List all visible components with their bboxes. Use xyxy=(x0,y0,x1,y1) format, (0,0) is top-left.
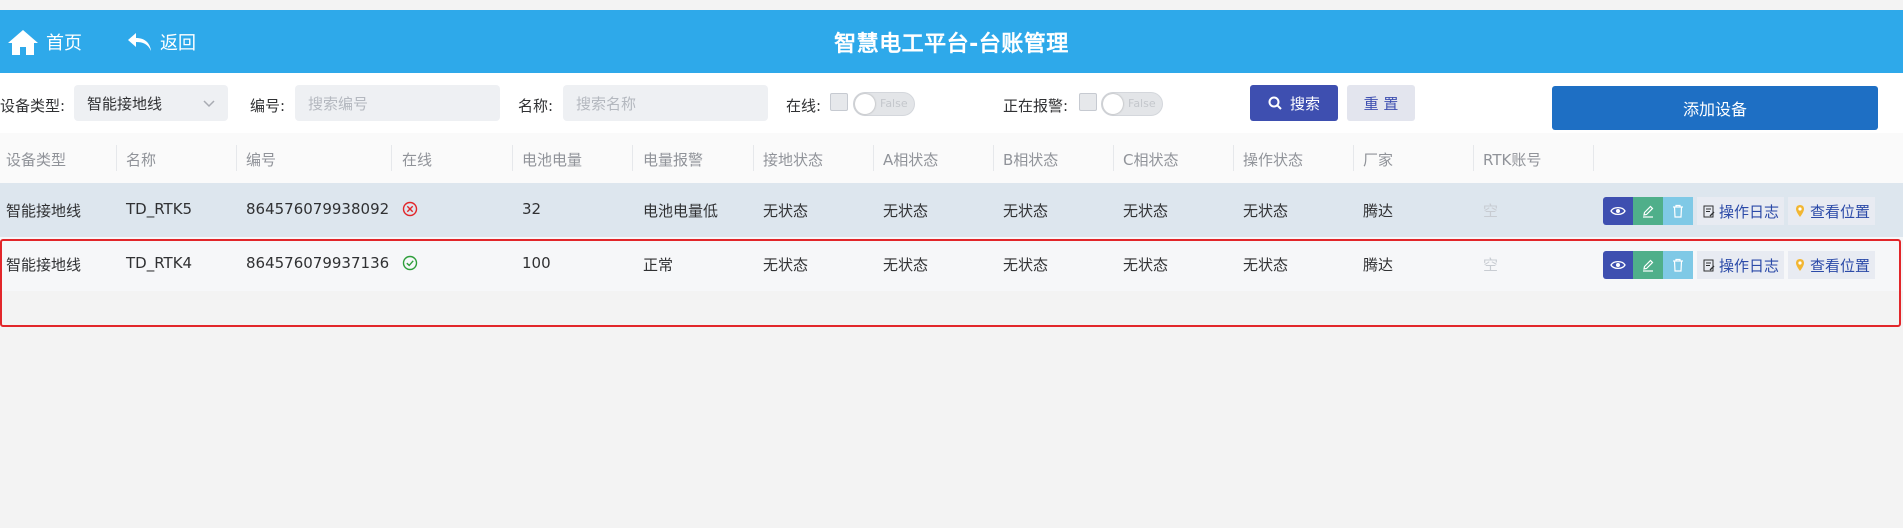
add-device-button[interactable]: 添加设备 xyxy=(1552,86,1878,130)
column-divider xyxy=(632,145,633,171)
column-header: 接地状态 xyxy=(763,151,824,169)
column-divider xyxy=(873,145,874,171)
number-label: 编号: xyxy=(250,97,286,115)
column-divider xyxy=(1473,145,1474,171)
device-type-value: 智能接地线 xyxy=(87,94,163,113)
column-divider xyxy=(391,145,392,171)
location-pin-icon xyxy=(1796,205,1805,217)
device-type-select[interactable]: 智能接地线 xyxy=(74,85,228,121)
online-checkbox[interactable] xyxy=(830,93,848,111)
cell-ground-state: 无状态 xyxy=(763,202,809,220)
column-header: 在线 xyxy=(402,151,433,169)
column-divider xyxy=(116,145,117,171)
delete-button[interactable] xyxy=(1663,197,1693,225)
cell-c-state: 无状态 xyxy=(1123,202,1169,220)
column-divider xyxy=(1113,145,1114,171)
table-header: 设备类型 名称 编号 在线 电池电量 电量报警 接地状态 A相状态 B相状态 C… xyxy=(0,133,1903,183)
device-type-label: 设备类型: xyxy=(0,97,66,115)
column-header: 设备类型 xyxy=(6,151,67,169)
name-label: 名称: xyxy=(518,97,554,115)
column-header: 编号 xyxy=(246,151,277,169)
page-title: 智慧电工平台-台账管理 xyxy=(834,32,1069,57)
alarm-switch[interactable]: False xyxy=(1101,92,1163,116)
cell-name: TD_RTK5 xyxy=(126,200,193,218)
search-label: 搜索 xyxy=(1289,94,1320,113)
cell-a-state: 无状态 xyxy=(883,202,929,220)
column-divider xyxy=(236,145,237,171)
name-search-input[interactable]: 搜索名称 xyxy=(563,85,768,121)
offline-icon xyxy=(402,201,418,217)
column-divider xyxy=(753,145,754,171)
column-header: B相状态 xyxy=(1003,151,1059,169)
column-header: 操作状态 xyxy=(1243,151,1304,169)
cell-number: 864576079938092 xyxy=(246,200,390,218)
name-placeholder: 搜索名称 xyxy=(576,94,637,113)
column-divider xyxy=(512,145,513,171)
online-label: 在线: xyxy=(786,97,822,115)
alarm-switch-text: False xyxy=(1128,97,1156,110)
number-placeholder: 搜索编号 xyxy=(308,94,369,113)
column-header: 厂家 xyxy=(1363,151,1394,169)
alarm-label: 正在报警: xyxy=(1003,97,1069,115)
online-switch-text: False xyxy=(880,97,908,110)
operation-log-link[interactable]: 操作日志 xyxy=(1697,197,1785,225)
top-strip xyxy=(0,0,1903,10)
reset-button[interactable]: 重 置 xyxy=(1347,85,1415,121)
search-button[interactable]: 搜索 xyxy=(1250,85,1338,121)
column-header: A相状态 xyxy=(883,151,939,169)
cell-op-state: 无状态 xyxy=(1243,202,1289,220)
column-header: C相状态 xyxy=(1123,151,1179,169)
cell-b-state: 无状态 xyxy=(1003,202,1049,220)
view-location-label: 查看位置 xyxy=(1810,202,1871,221)
document-edit-icon xyxy=(1703,205,1715,218)
column-header: 电池电量 xyxy=(522,151,583,169)
device-table: 设备类型 名称 编号 在线 电池电量 电量报警 接地状态 A相状态 B相状态 C… xyxy=(0,133,1903,291)
cell-device-type: 智能接地线 xyxy=(6,202,82,220)
view-location-link[interactable]: 查看位置 xyxy=(1788,197,1876,225)
eye-icon xyxy=(1610,206,1626,216)
view-button[interactable] xyxy=(1603,197,1633,225)
column-header: 电量报警 xyxy=(643,151,704,169)
cell-battery: 32 xyxy=(522,200,542,218)
row-actions: 操作日志 查看位置 xyxy=(1603,197,1876,225)
table-row[interactable]: 智能接地线 TD_RTK5 864576079938092 32 电池电量低 无… xyxy=(0,183,1903,237)
online-switch[interactable]: False xyxy=(853,92,915,116)
operation-log-label: 操作日志 xyxy=(1719,202,1780,221)
search-icon xyxy=(1268,96,1282,110)
alarm-checkbox[interactable] xyxy=(1079,93,1097,111)
column-divider xyxy=(993,145,994,171)
switch-knob xyxy=(1103,94,1123,114)
add-device-label: 添加设备 xyxy=(1682,100,1747,119)
cell-battery-alarm: 电池电量低 xyxy=(643,202,719,220)
edit-button[interactable] xyxy=(1633,197,1663,225)
column-header: 名称 xyxy=(126,151,157,169)
reset-label: 重 置 xyxy=(1363,94,1399,113)
column-divider xyxy=(1353,145,1354,171)
cell-rtk: 空 xyxy=(1483,202,1499,220)
filter-bar: 设备类型: 智能接地线 编号: 搜索编号 名称: 搜索名称 在线: False … xyxy=(0,73,1903,133)
chevron-down-icon xyxy=(203,100,215,108)
cell-vendor: 腾达 xyxy=(1363,202,1394,220)
switch-knob xyxy=(855,94,875,114)
number-search-input[interactable]: 搜索编号 xyxy=(295,85,500,121)
selection-highlight-box xyxy=(0,239,1901,327)
column-divider xyxy=(1593,145,1594,171)
pencil-icon xyxy=(1643,205,1654,218)
column-header: RTK账号 xyxy=(1483,151,1542,169)
trash-icon xyxy=(1673,204,1683,218)
app-header: 首页 返回 智慧电工平台-台账管理 xyxy=(0,10,1903,73)
column-divider xyxy=(1233,145,1234,171)
